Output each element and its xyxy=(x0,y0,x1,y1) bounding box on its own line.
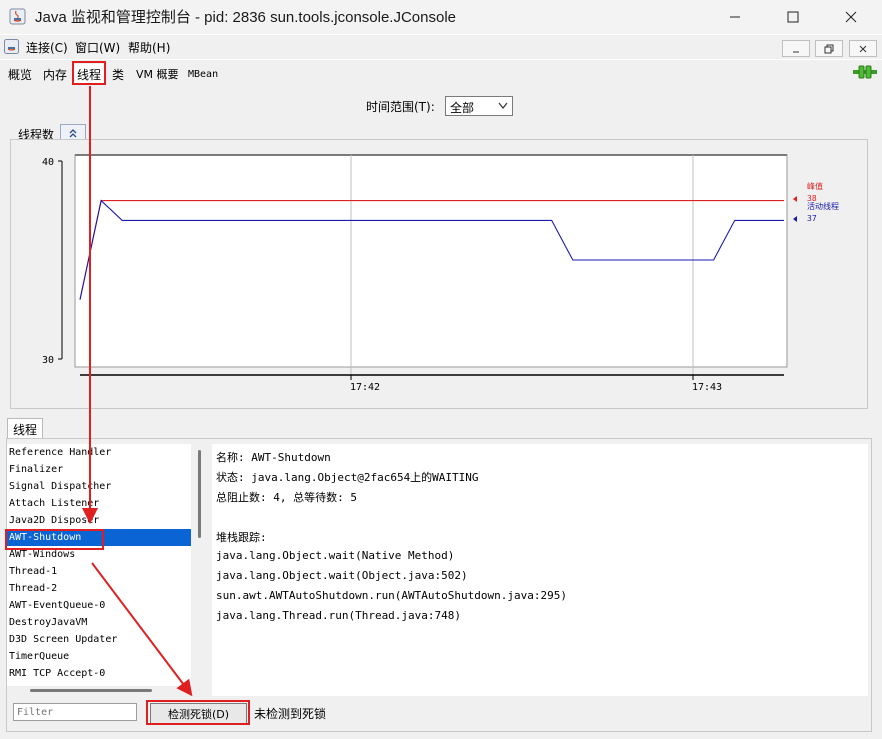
connection-status-icon xyxy=(853,64,877,83)
time-range-value: 全部 xyxy=(450,101,475,115)
thread-detail-line: 堆栈跟踪: xyxy=(216,531,267,544)
thread-detail-line: 总阻止数: 4, 总等待数: 5 xyxy=(216,491,357,504)
thread-list-item[interactable]: AWT-EventQueue-0 xyxy=(7,597,191,614)
threads-list-tab[interactable]: 线程 xyxy=(7,418,43,439)
inner-restore-icon[interactable] xyxy=(815,40,843,57)
annotation-box-selected-thread xyxy=(5,529,104,550)
chart-panel xyxy=(10,139,868,409)
annotation-box-deadlock-button xyxy=(146,700,250,725)
double-chevron-up-icon xyxy=(69,128,77,137)
menu-window[interactable]: 窗口(W) xyxy=(75,39,120,56)
tab-vm-summary[interactable]: VM 概要 xyxy=(133,64,182,84)
tab-mbean[interactable]: MBean xyxy=(185,64,221,84)
thread-detail-line: 名称: AWT-Shutdown xyxy=(216,451,331,464)
maximize-icon[interactable] xyxy=(770,0,816,34)
thread-list-item[interactable]: DestroyJavaVM xyxy=(7,614,191,631)
thread-list-item[interactable]: TimerQueue xyxy=(7,648,191,665)
tab-overview[interactable]: 概览 xyxy=(5,64,35,84)
thread-list-item[interactable]: Finalizer xyxy=(7,461,191,478)
time-range-select[interactable]: 全部 xyxy=(445,96,513,116)
java-app-icon xyxy=(9,8,26,25)
minimize-icon[interactable] xyxy=(712,0,758,34)
thread-list-item[interactable]: Reference Handler xyxy=(7,444,191,461)
thread-list-item[interactable]: Java2D Disposer xyxy=(7,512,191,529)
thread-list-item[interactable]: Thread-1 xyxy=(7,563,191,580)
deadlock-status-text: 未检测到死锁 xyxy=(254,707,327,721)
time-range-label: 时间范围(T): xyxy=(366,100,435,114)
thread-list-item[interactable]: Thread-2 xyxy=(7,580,191,597)
thread-list-item[interactable]: D3D Screen Updater xyxy=(7,631,191,648)
menu-connection[interactable]: 连接(C) xyxy=(26,39,68,56)
window-title: Java 监视和管理控制台 - pid: 2836 sun.tools.jcon… xyxy=(35,9,457,26)
inner-close-icon[interactable] xyxy=(849,40,877,57)
annotation-box-threads-tab xyxy=(72,61,106,85)
tab-classes[interactable]: 类 xyxy=(109,64,127,84)
chevron-down-icon xyxy=(498,102,508,109)
tab-memory[interactable]: 内存 xyxy=(40,64,70,84)
close-icon[interactable] xyxy=(828,0,874,34)
thread-detail-line: sun.awt.AWTAutoShutdown.run(AWTAutoShutd… xyxy=(216,589,567,602)
thread-list-item[interactable]: Signal Dispatcher xyxy=(7,478,191,495)
thread-detail-line: java.lang.Thread.run(Thread.java:748) xyxy=(216,609,462,622)
thread-list[interactable]: Reference Handler Finalizer Signal Dispatc… xyxy=(7,444,191,686)
inner-java-icon xyxy=(4,39,19,57)
thread-detail-line: java.lang.Object.wait(Object.java:502) xyxy=(216,569,468,582)
thread-detail-line: java.lang.Object.wait(Native Method) xyxy=(216,549,455,562)
thread-detail-line: 状态: java.lang.Object@2fac654上的WAITING xyxy=(216,471,479,484)
thread-filter-input[interactable] xyxy=(13,703,137,721)
menu-help[interactable]: 帮助(H) xyxy=(128,39,170,56)
vertical-scroll-thumb[interactable] xyxy=(198,450,201,538)
thread-list-item[interactable]: RMI TCP Accept-0 xyxy=(7,665,191,682)
thread-list-item[interactable]: Attach Listener xyxy=(7,495,191,512)
inner-minimize-icon[interactable] xyxy=(782,40,810,57)
horizontal-scroll-thumb[interactable] xyxy=(30,689,152,692)
